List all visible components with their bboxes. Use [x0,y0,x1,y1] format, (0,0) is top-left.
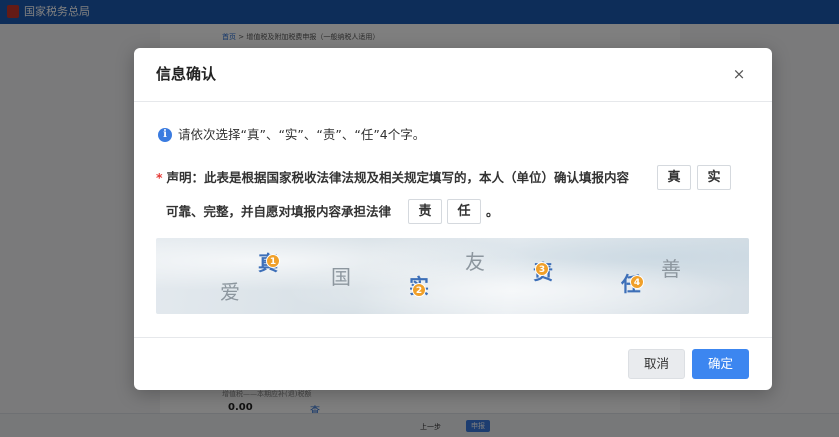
captcha-char-you[interactable]: 友 [465,250,485,274]
declaration-ending: 。 [486,204,499,219]
click-marker-4: 4 [630,275,644,289]
instruction-hint: i 请依次选择“真”、“实”、“责”、“任”4个字。 [158,126,425,144]
captcha-char-guo[interactable]: 国 [331,265,351,289]
info-confirm-dialog: 信息确认 × i 请依次选择“真”、“实”、“责”、“任”4个字。 * 声明：此表… [134,48,772,390]
declaration-text-1: 声明：此表是根据国家税收法律法规及相关规定填写的，本人（单位）确认填报内容 [166,170,630,185]
close-icon[interactable]: × [730,64,748,84]
declaration-line-2: 可靠、完整，并自愿对填报内容承担法律 [166,204,392,219]
captcha-char-ai[interactable]: 爱 [220,280,240,304]
captcha-image[interactable]: 爱 真 1 国 实 2 友 责 3 任 4 善 [156,238,749,314]
answer-slot-3[interactable]: 责 [408,199,442,224]
answer-slot-2[interactable]: 实 [697,165,731,190]
click-marker-1: 1 [266,254,280,268]
footer-divider [134,337,772,338]
click-marker-2: 2 [412,283,426,297]
declaration-line-1: * 声明：此表是根据国家税收法律法规及相关规定填写的，本人（单位）确认填报内容 [156,169,629,187]
captcha-char-shan[interactable]: 善 [661,257,681,281]
info-icon: i [158,128,172,142]
required-mark: * [156,170,163,185]
instruction-text: 请依次选择“真”、“实”、“责”、“任”4个字。 [178,127,426,142]
answer-slot-4[interactable]: 任 [447,199,481,224]
answer-slot-1[interactable]: 真 [657,165,691,190]
cancel-button[interactable]: 取消 [628,349,685,379]
header-divider [134,101,772,102]
click-marker-3: 3 [535,262,549,276]
confirm-button[interactable]: 确定 [692,349,749,379]
dialog-title: 信息确认 [156,65,217,83]
